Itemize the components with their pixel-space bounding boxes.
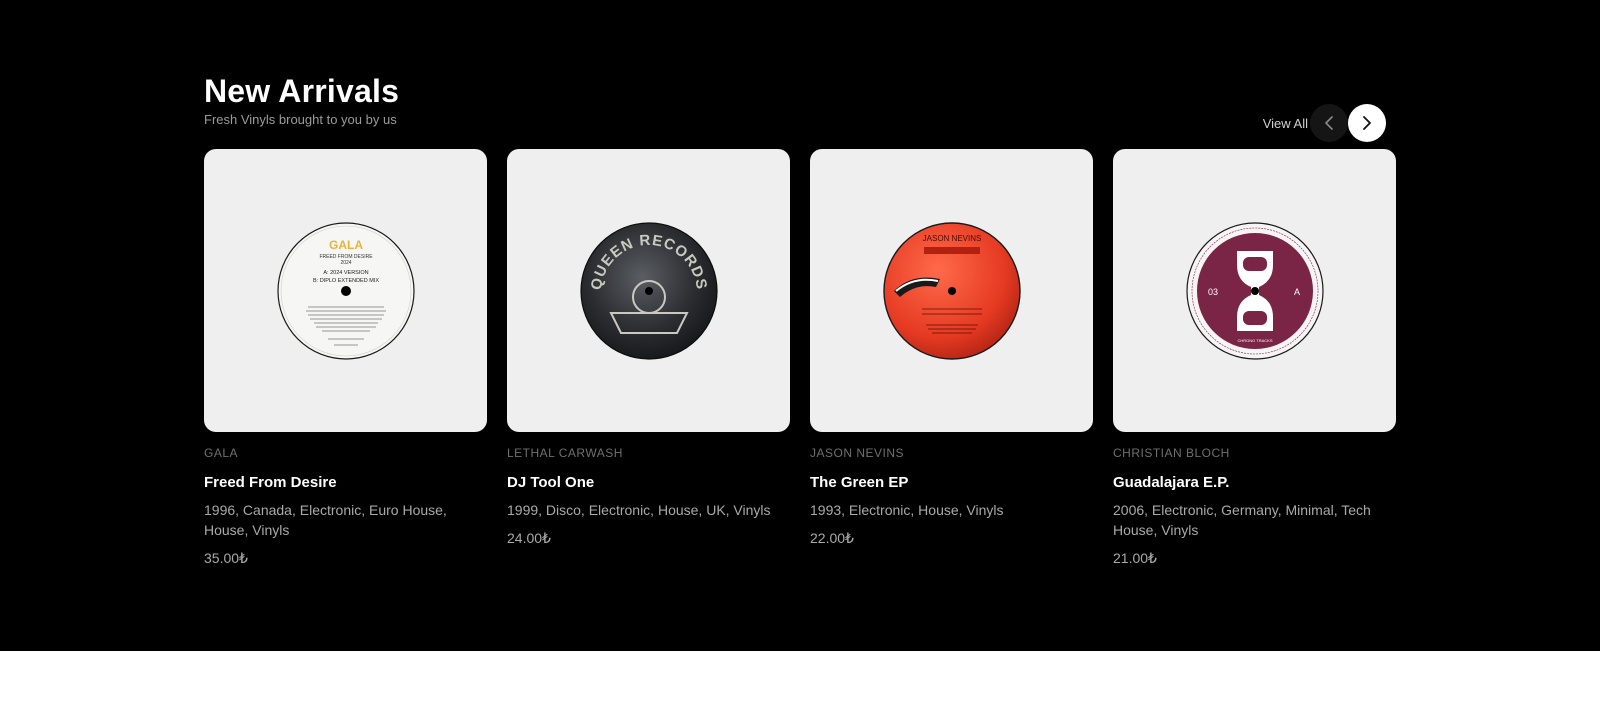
product-title[interactable]: Guadalajara E.P. [1113,474,1396,492]
view-all-link[interactable]: View All [1263,116,1308,131]
label-line: CHRONO TRACKS [1237,338,1272,343]
product-image[interactable]: GALA FREED FROM DESIRE 2024 A: 2024 VERS… [204,149,487,432]
product-artist[interactable]: GALA [204,445,487,461]
product-card[interactable]: JASON NEVINS JASON NEVINS The Green EP 1… [810,149,1093,567]
product-image[interactable]: JASON NEVINS [810,149,1093,432]
section-subtitle: Fresh Vinyls brought to you by us [204,112,397,127]
product-card[interactable]: 03 A CHRONO TRACKS CHRISTIAN BLOCH Guada… [1113,149,1396,567]
product-price: 22.00₺ [810,530,854,546]
product-title[interactable]: Freed From Desire [204,474,487,492]
section-title: New Arrivals [204,73,400,109]
product-tags: 1996, Canada, Electronic, Euro House, Ho… [204,502,447,538]
product-price: 24.00₺ [507,530,551,546]
new-arrivals-section: New Arrivals Fresh Vinyls brought to you… [0,0,1600,651]
chevron-left-icon [1325,116,1333,130]
chevron-right-icon [1363,116,1371,130]
product-card[interactable]: QUEEN RECORDS LETHAL CARWASH DJ Tool One… [507,149,790,567]
label-line: GALA [329,238,363,252]
product-price: 21.00₺ [1113,550,1157,566]
product-image[interactable]: 03 A CHRONO TRACKS [1113,149,1396,432]
product-carousel: GALA FREED FROM DESIRE 2024 A: 2024 VERS… [204,149,1396,567]
product-image[interactable]: QUEEN RECORDS [507,149,790,432]
carousel-prev-button[interactable] [1310,104,1348,142]
product-tags: 2006, Electronic, Germany, Minimal, Tech… [1113,502,1371,538]
label-line: A: 2024 VERSION [323,270,368,276]
vinyl-record-image: JASON NEVINS [882,221,1021,360]
product-artist[interactable]: CHRISTIAN BLOCH [1113,445,1396,461]
label-line: 03 [1207,287,1217,297]
label-line: 2024 [340,260,351,266]
product-artist[interactable]: LETHAL CARWASH [507,445,790,461]
carousel-controls: View All [1263,104,1386,142]
vinyl-record-image: 03 A CHRONO TRACKS [1185,221,1324,360]
product-tags: 1999, Disco, Electronic, House, UK, Viny… [507,502,771,518]
product-tags: 1993, Electronic, House, Vinyls [810,502,1004,518]
label-line: A [1293,287,1299,297]
product-price: 35.00₺ [204,550,248,566]
product-artist[interactable]: JASON NEVINS [810,445,1093,461]
label-line: B: DIPLO EXTENDED MIX [312,278,378,284]
product-title[interactable]: The Green EP [810,474,1093,492]
vinyl-record-image: QUEEN RECORDS [579,221,718,360]
product-title[interactable]: DJ Tool One [507,474,790,492]
vinyl-record-image: GALA FREED FROM DESIRE 2024 A: 2024 VERS… [276,221,415,360]
product-card[interactable]: GALA FREED FROM DESIRE 2024 A: 2024 VERS… [204,149,487,567]
label-line: JASON NEVINS [922,234,981,243]
carousel-next-button[interactable] [1348,104,1386,142]
section-header: New Arrivals Fresh Vinyls brought to you… [204,72,399,128]
